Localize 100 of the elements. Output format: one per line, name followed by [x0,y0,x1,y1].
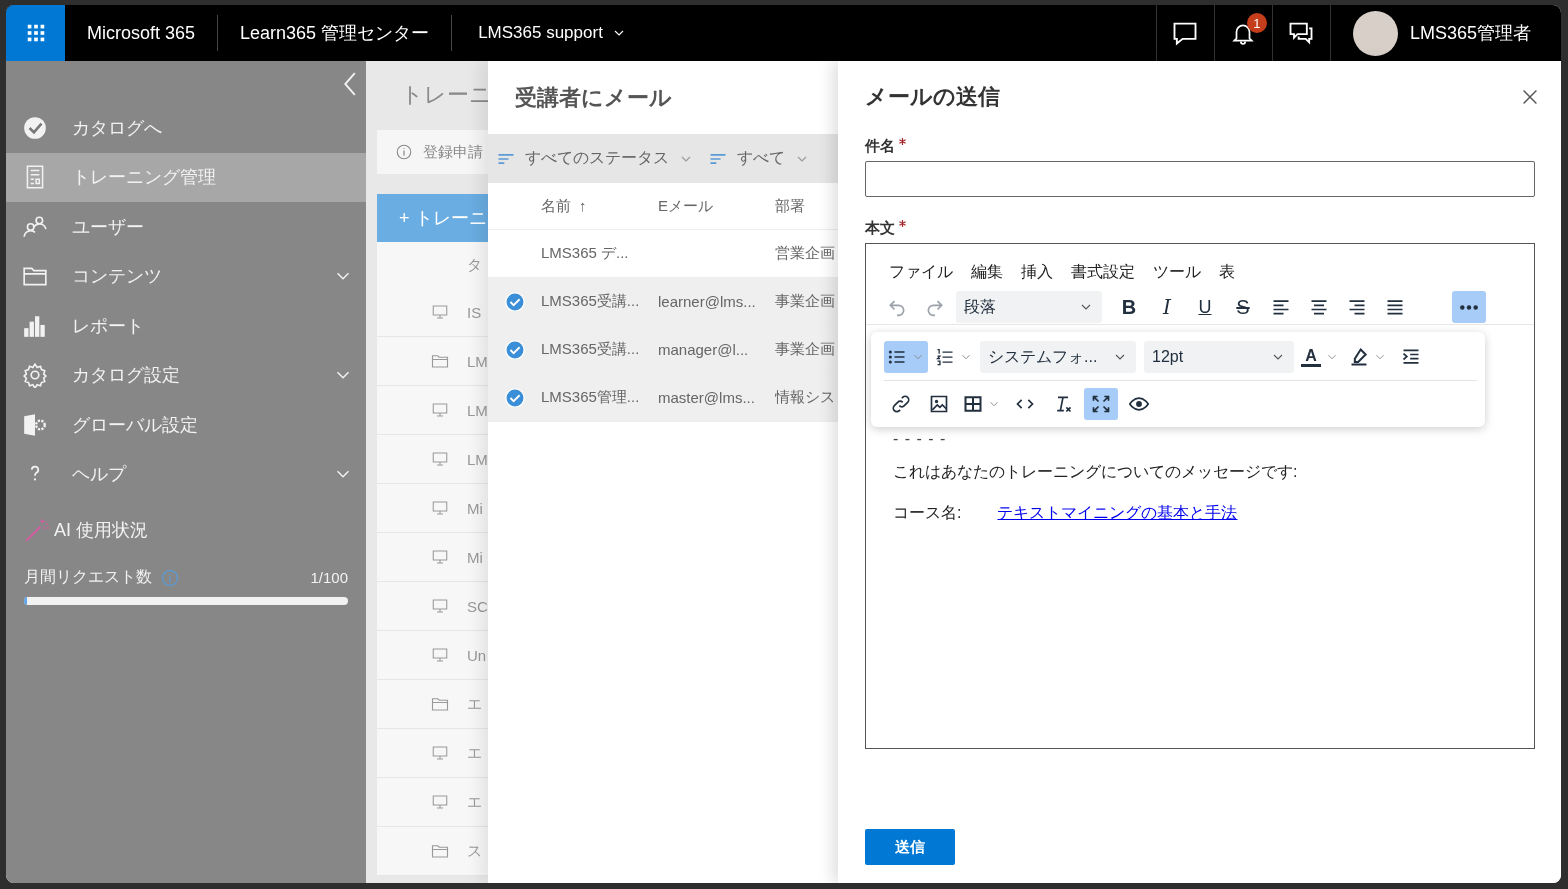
fullscreen-button[interactable] [1084,388,1118,420]
table-cell: ス [467,841,482,861]
table-row[interactable]: LMS365受講... learner@lms... 事業企画 [488,278,838,326]
nav-label: ヘルプ [72,463,128,487]
folder-icon [431,842,449,860]
chevron-left-icon [344,71,356,97]
menu-item[interactable]: 書式設定 [1071,257,1135,288]
table-cell-text: LMS365 デ... [541,244,630,263]
menu-item[interactable]: 表 [1219,257,1235,288]
nav-label: ユーザー [72,215,145,239]
menu-item[interactable]: 挿入 [1021,257,1053,288]
table-cell-text: learner@lms... [658,293,757,310]
notice-text: 登録申請 [423,142,483,162]
block-format-dropdown[interactable]: 段落 [956,291,1102,323]
bold-button[interactable]: B [1112,291,1146,323]
font-size-dropdown[interactable]: 12pt [1144,341,1294,373]
check-circle-icon [503,290,526,313]
image-icon [929,394,949,414]
nav-label: カタログ設定 [72,364,181,388]
nav-label: カタログへ [72,116,163,140]
nav-item[interactable]: カタログへ [6,103,366,153]
column-header[interactable]: 部署 [775,196,838,216]
table-cell-text: 営業企画 [775,244,836,263]
font-dropdown[interactable]: システムフォ... [980,341,1136,373]
table-cell: LM [467,450,488,468]
nav-label: レポート [72,314,145,338]
menu-item[interactable]: 編集 [971,257,1003,288]
table-cell-text: LMS365管理... [541,388,641,407]
course-link[interactable]: テキストマイニングの基本と手法 [997,503,1238,524]
nav-item[interactable]: ヘルプ [6,449,366,499]
table-cell-text: manager@l... [658,341,750,358]
column-header[interactable]: 名前 ↑ [541,196,658,216]
field-label: 件名 [865,137,895,154]
folder-icon [431,695,449,713]
gear-icon [22,362,48,389]
table-cell-text: master@lms... [658,389,756,406]
table-cell: SC [467,597,488,615]
table-cell-text: LMS365受講... [541,292,641,311]
nav-item[interactable]: レポート [6,301,366,351]
underline-button[interactable]: U [1188,291,1222,323]
indent-icon [1401,347,1421,367]
nav-item[interactable]: ユーザー [6,202,366,252]
user-name: LMS365管理者 [1409,22,1531,45]
more-button[interactable] [1452,291,1486,323]
avatar[interactable] [1352,10,1398,56]
tenant-dropdown[interactable]: LMS365 support [452,5,653,61]
link-icon [891,394,911,414]
nav-item[interactable]: カタログ設定 [6,350,366,400]
monitor-icon [431,499,449,517]
admin-center-title: Learn365 管理センター [239,22,431,45]
bullet-list-button[interactable] [884,341,928,373]
collapse-button[interactable] [344,71,356,97]
table-cell: エ [467,694,482,714]
subject-field[interactable] [865,161,1535,197]
metric-label: 月間リクエスト数 [24,567,152,587]
send-button[interactable]: 送信 [865,829,955,865]
course-label: コース名: [893,503,962,523]
nav-item[interactable]: コンテンツ [6,251,366,301]
monitor-icon [431,597,449,615]
more-icon [1459,303,1479,311]
check-circle-icon [503,338,526,361]
field-label: 本文 [865,219,895,236]
users-icon [22,213,48,240]
table-cell: Mi [467,499,483,517]
menu-item[interactable]: ツール [1153,257,1201,288]
strike-button[interactable]: S [1226,291,1260,323]
align-right-icon [1347,297,1367,317]
table-cell: LM [467,401,488,419]
nav-label: トレーニング管理 [72,166,217,190]
table-cell: Un [467,646,487,664]
app-launcher-button[interactable] [6,5,65,61]
table-cell: Mi [467,548,483,566]
monitor-icon [431,793,449,811]
table-cell-text: 情報シス [775,388,836,407]
monitor-icon [431,548,449,566]
font-color-button[interactable]: A [1298,341,1342,373]
table-cell: エ [467,743,482,763]
italic-button[interactable]: I [1150,291,1184,323]
message-text: これはあなたのトレーニングについてのメッセージです: [893,462,1299,482]
filter-dropdown[interactable]: すべて [708,148,810,169]
office-gear-icon [22,411,48,438]
table-row[interactable]: LMS365管理... master@lms... 情報シス [488,374,838,422]
nav-item[interactable]: グローバル設定 [6,400,366,450]
table-cell-text: 事業企画 [775,340,836,359]
monitor-icon [431,646,449,664]
ai-usage-title: AI 使用状況 [54,519,148,542]
monitor-icon [431,744,449,762]
table-icon [963,394,983,414]
check-circle-icon [22,114,48,141]
check-circle-icon [503,386,526,409]
notification-badge: 1 [1246,13,1267,33]
nav-label: グローバル設定 [72,413,199,437]
highlighter-icon [1349,347,1369,367]
numbered-list-icon [935,347,955,367]
table-row[interactable]: LMS365受講... manager@l... 事業企画 [488,326,838,374]
filter-dropdown[interactable]: すべてのステータス [496,148,694,169]
table-cell: IS [467,303,482,321]
info-icon [160,567,180,588]
column-header[interactable]: Eメール [658,196,775,216]
menu-item[interactable]: ファイル [889,257,953,288]
